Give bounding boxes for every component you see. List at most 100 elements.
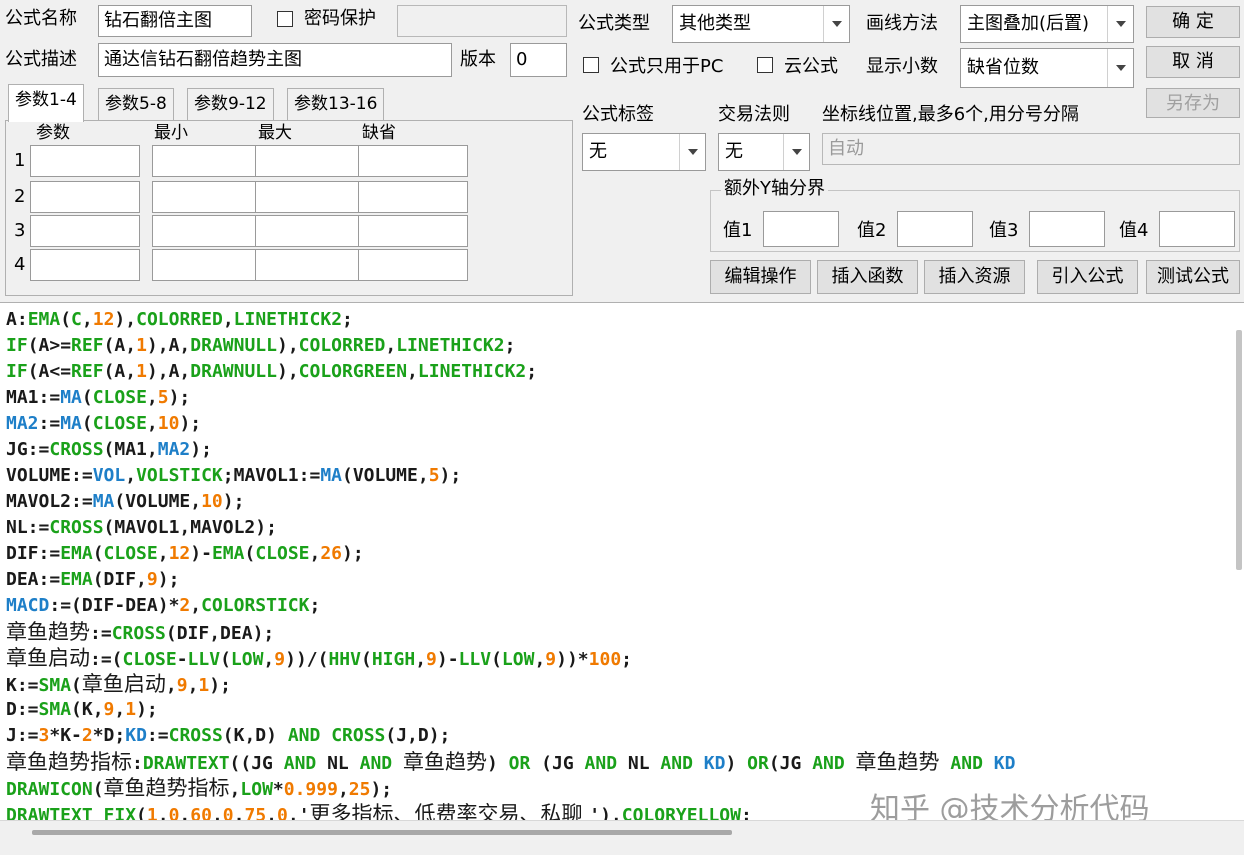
param-4-name-input[interactable] — [30, 249, 140, 281]
param-1-max-input[interactable] — [255, 145, 365, 177]
horizontal-scrollbar-track[interactable] — [0, 820, 1244, 855]
tab-params-5-8[interactable]: 参数5-8 — [98, 88, 174, 120]
cloud-checkbox[interactable] — [757, 57, 773, 73]
param-1-default-input[interactable] — [358, 145, 468, 177]
import-formula-button[interactable]: 引入公式 — [1037, 260, 1138, 294]
param-2-default-input[interactable] — [358, 181, 468, 213]
code-token: (JG — [530, 753, 585, 774]
code-token: , — [415, 649, 427, 670]
params-panel: 参数 最小 最大 缺省 1 2 3 4 — [5, 120, 573, 296]
param-3-max-input[interactable] — [255, 215, 365, 247]
vertical-scrollbar[interactable] — [1236, 330, 1242, 570]
param-3-min-input[interactable] — [152, 215, 262, 247]
chevron-down-icon[interactable] — [823, 6, 849, 42]
ok-button[interactable]: 确 定 — [1146, 6, 1240, 38]
code-line[interactable]: D:=SMA(K,9,1); — [6, 697, 158, 723]
code-line[interactable]: JG:=CROSS(MA1,MA2); — [6, 437, 212, 463]
code-line[interactable]: IF(A<=REF(A,1),A,DRAWNULL),COLORGREEN,LI… — [6, 359, 537, 385]
chevron-down-icon[interactable] — [783, 134, 809, 170]
code-line[interactable]: MAVOL2:=MA(VOLUME,10); — [6, 489, 244, 515]
tab-params-13-16[interactable]: 参数13-16 — [287, 88, 385, 120]
cancel-button[interactable]: 取 消 — [1146, 46, 1240, 78]
draw-method-label: 画线方法 — [866, 13, 938, 34]
chevron-down-icon[interactable] — [679, 134, 705, 170]
code-line[interactable]: MACD:=(DIF-DEA)*2,COLORSTICK; — [6, 593, 320, 619]
axis-position-input[interactable]: 自动 — [822, 133, 1240, 165]
param-2-max-input[interactable] — [255, 181, 365, 213]
code-token: AND — [287, 725, 321, 746]
code-token: LLV — [458, 649, 492, 670]
code-token: ( — [360, 649, 372, 670]
code-token: )- — [436, 649, 459, 670]
tab-params-1-4[interactable]: 参数1-4 — [8, 84, 84, 122]
y-value-3-input[interactable] — [1029, 211, 1105, 247]
code-line[interactable]: A:EMA(C,12),COLORRED,LINETHICK2; — [6, 307, 353, 333]
formula-desc-input[interactable]: 通达信钻石翻倍趋势主图 — [98, 43, 452, 77]
code-token: , — [157, 805, 169, 820]
formula-tag-select[interactable]: 无 — [582, 133, 706, 171]
formula-name-input[interactable]: 钻石翻倍主图 — [98, 5, 252, 37]
code-line[interactable]: 章鱼启动:=(CLOSE-LLV(LOW,9))/(HHV(HIGH,9)-LL… — [6, 645, 632, 671]
param-4-max-input[interactable] — [255, 249, 365, 281]
insert-function-button[interactable]: 插入函数 — [817, 260, 918, 294]
y-value-2-input[interactable] — [897, 211, 973, 247]
code-token: J:= — [6, 725, 39, 746]
code-line[interactable]: MA1:=MA(CLOSE,5); — [6, 385, 190, 411]
test-formula-button[interactable]: 测试公式 — [1146, 260, 1240, 294]
code-token: DRAWNULL — [190, 361, 277, 382]
code-line[interactable]: IF(A>=REF(A,1),A,DRAWNULL),COLORRED,LINE… — [6, 333, 515, 359]
code-token: (DIF, — [92, 569, 147, 590]
code-line[interactable]: DIF:=EMA(CLOSE,12)-EMA(CLOSE,26); — [6, 541, 364, 567]
param-1-min-input[interactable] — [152, 145, 262, 177]
y-value-4-input[interactable] — [1159, 211, 1235, 247]
param-1-name-input[interactable] — [30, 145, 140, 177]
code-line[interactable]: NL:=CROSS(MAVOL1,MAVOL2); — [6, 515, 277, 541]
param-3-default-input[interactable] — [358, 215, 468, 247]
trade-rule-select[interactable]: 无 — [718, 133, 810, 171]
code-line[interactable]: DEA:=EMA(DIF,9); — [6, 567, 179, 593]
chevron-down-icon[interactable] — [1107, 6, 1133, 42]
code-line[interactable]: 章鱼趋势:=CROSS(DIF,DEA); — [6, 619, 274, 645]
insert-resource-button[interactable]: 插入资源 — [924, 260, 1025, 294]
code-token: D:= — [6, 699, 39, 720]
code-token: 12 — [92, 309, 115, 330]
code-line[interactable]: J:=3*K-2*D;KD:=CROSS(K,D) AND CROSS(J,D)… — [6, 723, 450, 749]
code-token: DRAWNULL — [190, 335, 277, 356]
param-2-name-input[interactable] — [30, 181, 140, 213]
code-token: 0.999 — [283, 779, 338, 800]
tab-params-9-12[interactable]: 参数9-12 — [187, 88, 274, 120]
code-line[interactable]: DRAWTEXT_FIX(1,0.60,0.75,0,'更多指标、低费率交易、私… — [6, 801, 752, 820]
version-input[interactable]: 0 — [510, 43, 567, 77]
code-line[interactable]: DRAWICON(章鱼趋势指标,LOW*0.999,25); — [6, 775, 392, 801]
code-line[interactable]: 章鱼趋势指标:DRAWTEXT((JG AND NL AND 章鱼趋势) OR … — [6, 749, 1015, 775]
code-token: COLORRED — [136, 309, 223, 330]
draw-method-select[interactable]: 主图叠加(后置) — [960, 5, 1134, 43]
code-line[interactable]: K:=SMA(章鱼启动,9,1); — [6, 671, 231, 697]
password-checkbox[interactable] — [277, 11, 293, 27]
code-token: ) — [486, 753, 509, 774]
code-token: , — [165, 675, 177, 696]
param-4-default-input[interactable] — [358, 249, 468, 281]
param-header-name: 参数 — [36, 123, 70, 143]
code-line[interactable]: VOLUME:=VOL,VOLSTICK;MAVOL1:=MA(VOLUME,5… — [6, 463, 461, 489]
y-value-1-input[interactable] — [763, 211, 839, 247]
formula-type-select[interactable]: 其他类型 — [672, 5, 850, 43]
chevron-down-icon[interactable] — [1107, 49, 1133, 87]
formula-name-label: 公式名称 — [5, 8, 77, 29]
code-line[interactable]: MA2:=MA(CLOSE,10); — [6, 411, 201, 437]
code-token: CROSS — [111, 623, 166, 644]
code-editor[interactable]: A:EMA(C,12),COLORRED,LINETHICK2; IF(A>=RE… — [0, 302, 1244, 820]
param-4-min-input[interactable] — [152, 249, 262, 281]
param-3-name-input[interactable] — [30, 215, 140, 247]
code-token: 0 — [277, 805, 288, 820]
decimals-select[interactable]: 缺省位数 — [960, 48, 1134, 88]
password-input[interactable] — [397, 5, 567, 37]
pc-only-checkbox[interactable] — [583, 57, 599, 73]
param-2-min-input[interactable] — [152, 181, 262, 213]
save-as-button[interactable]: 另存为 — [1146, 88, 1240, 118]
horizontal-scrollbar-thumb[interactable] — [32, 830, 732, 835]
code-token: 10 — [157, 413, 180, 434]
edit-operations-button[interactable]: 编辑操作 — [710, 260, 811, 294]
